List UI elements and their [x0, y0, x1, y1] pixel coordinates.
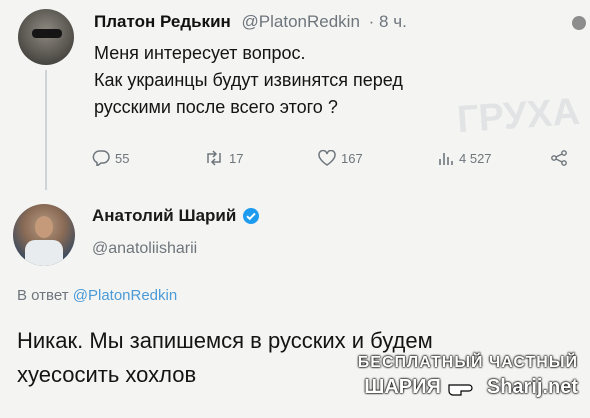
heart-icon [318, 150, 336, 166]
tweet-text-line: Никак. Мы запишемся в русских и будем [17, 328, 433, 353]
author-name-row: Анатолий Шарий [92, 206, 260, 226]
like-button[interactable]: 167 [318, 150, 363, 166]
reply-prefix: В ответ [17, 287, 69, 304]
tweet-text: Меня интересует вопрос. Как украинцы буд… [94, 40, 544, 121]
views-button[interactable]: 4 527 [438, 150, 492, 166]
watermark-name: ШАРИЯ [364, 376, 441, 398]
watermark-line: БЕСПЛАТНЫЙ ЧАСТНЫЙ [357, 354, 578, 371]
like-count: 167 [341, 150, 363, 166]
pointing-hand-icon [448, 383, 473, 396]
author-handle[interactable]: @PlatonRedkin [242, 12, 360, 31]
reply-handle-link[interactable]: @PlatonRedkin [73, 287, 177, 304]
views-count: 4 527 [459, 150, 492, 166]
more-icon[interactable] [572, 16, 586, 30]
tweet-text-line: русскими после всего этого ? [94, 97, 338, 117]
retweet-count: 17 [229, 150, 244, 166]
author-handle[interactable]: @anatoliisharii [92, 240, 197, 258]
tweet-text-line: Меня интересует вопрос. [94, 43, 306, 63]
tweet-header: Платон Редькин @PlatonRedkin · 8 ч. [94, 12, 407, 32]
reply-context: В ответ @PlatonRedkin [17, 287, 177, 304]
reply-button[interactable]: 55 [92, 150, 129, 166]
share-icon [551, 150, 567, 166]
tweet-time[interactable]: · 8 ч. [369, 12, 407, 31]
watermark-site: Sharij.net [486, 376, 578, 398]
verified-badge-icon [243, 208, 260, 224]
retweet-button[interactable]: 17 [204, 150, 243, 166]
tweet-actions: 55 17 167 4 527 [0, 150, 590, 174]
avatar[interactable] [13, 204, 75, 266]
reply-icon [92, 150, 110, 166]
reply-count: 55 [115, 150, 130, 166]
retweet-icon [207, 150, 221, 166]
share-button[interactable] [550, 150, 568, 166]
author-name[interactable]: Анатолий Шарий [92, 206, 236, 226]
avatar[interactable] [18, 9, 74, 65]
tweet-text-line: Как украинцы будут извинятся перед [94, 70, 403, 90]
views-icon [439, 153, 453, 165]
author-name[interactable]: Платон Редькин [94, 12, 231, 31]
watermark-brand: ШАРИЯ Sharij.net [364, 376, 578, 399]
